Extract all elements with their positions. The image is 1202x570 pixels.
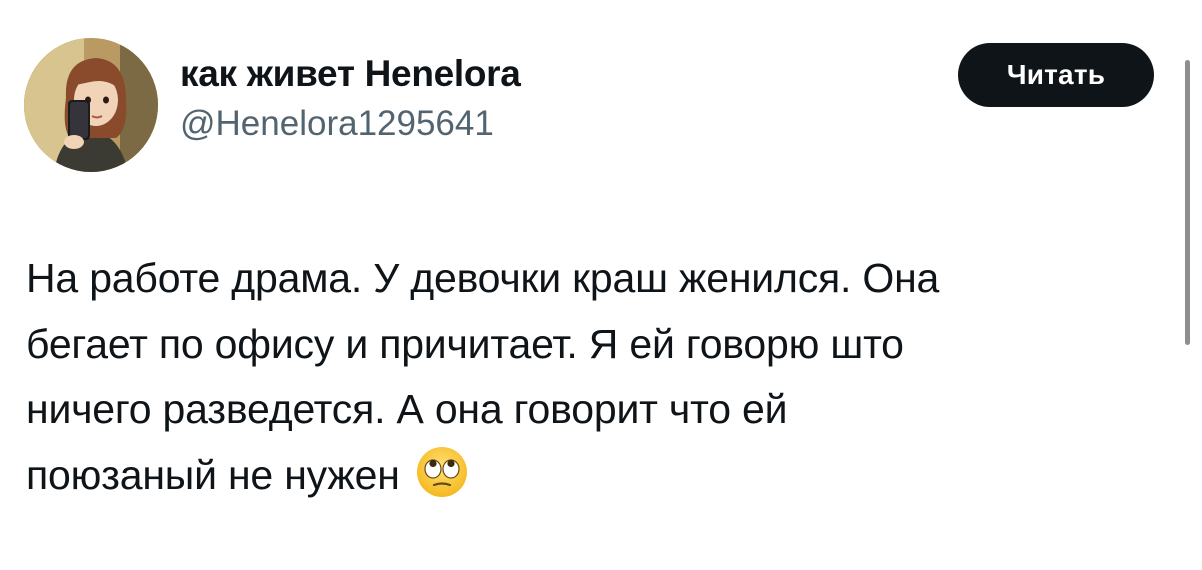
author-info: как живет Henelora @Henelora1295641 [180, 52, 521, 146]
tweet-text: На работе драма. У девочки краш женился.… [26, 246, 1186, 508]
tweet-card: как живет Henelora @Henelora1295641 Чита… [0, 0, 1202, 570]
tweet-text-line: ничего разведется. А она говорит что ей [26, 386, 788, 432]
author-handle[interactable]: @Henelora1295641 [180, 102, 521, 146]
avatar[interactable] [24, 38, 158, 172]
author-display-name[interactable]: как живет Henelora [180, 52, 521, 96]
tweet-text-line-last: поюзаный не нужен [26, 443, 1186, 509]
tweet-text-line: На работе драма. У девочки краш женился.… [26, 255, 940, 301]
tweet-text-line: бегает по офису и причитает. Я ей говорю… [26, 320, 904, 367]
avatar-girl-selfie-icon [24, 38, 158, 172]
tweet-text-line-content: поюзаный не нужен [26, 451, 400, 498]
face-with-rolling-eyes-icon [416, 446, 467, 497]
follow-button[interactable]: Читать [958, 43, 1154, 107]
